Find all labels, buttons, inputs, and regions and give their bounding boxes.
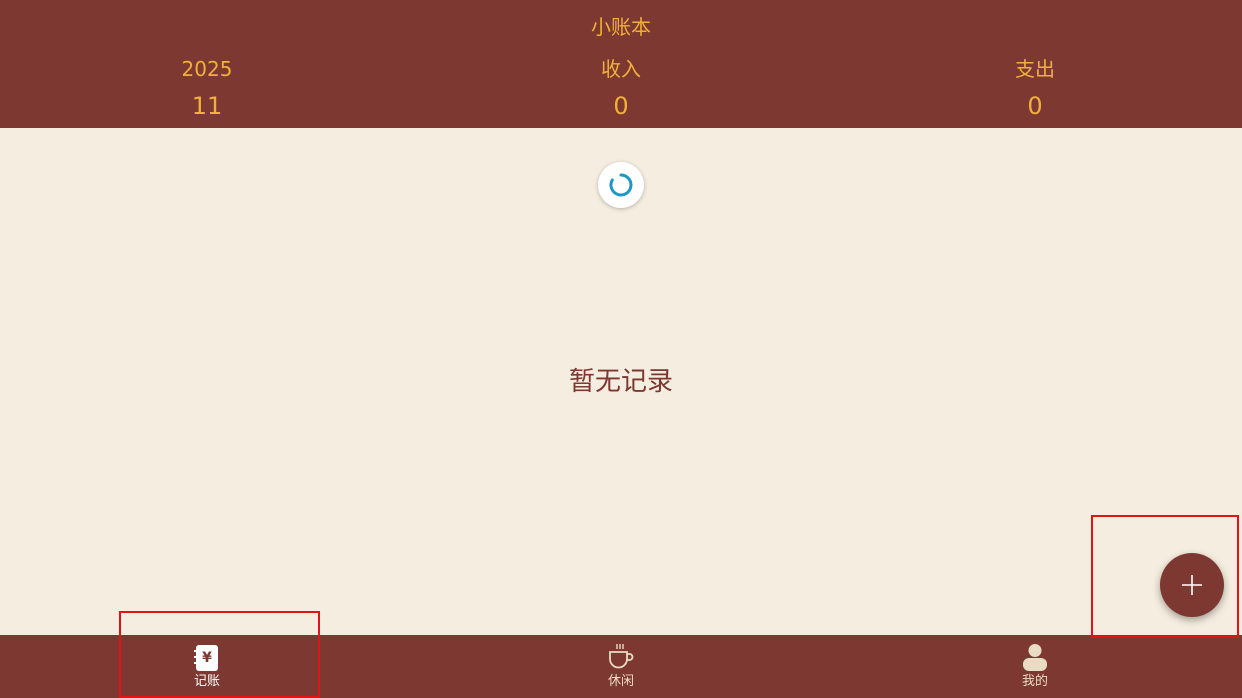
expense-summary: 支出 0 bbox=[935, 55, 1135, 121]
month-value: 11 bbox=[191, 92, 223, 120]
bottom-nav: ¥ 记账 休闲 我的 bbox=[0, 635, 1242, 698]
add-record-button[interactable] bbox=[1160, 553, 1224, 617]
nav-tab-leisure[interactable]: 休闲 bbox=[521, 635, 721, 698]
person-icon bbox=[1023, 644, 1047, 671]
coffee-cup-icon bbox=[609, 644, 634, 669]
nav-label-ledger: 记账 bbox=[193, 674, 220, 689]
expense-value: 0 bbox=[1027, 92, 1043, 120]
plus-icon bbox=[1182, 575, 1202, 595]
app-root: 小账本 2025 11 收入 0 支出 0 暂无记录 ¥ 记账 休闲 我的 bbox=[0, 0, 1242, 698]
ledger-yen-icon: ¥ bbox=[194, 645, 218, 671]
year-label: 2025 bbox=[181, 57, 233, 81]
expense-label: 支出 bbox=[1015, 57, 1055, 81]
loading-spinner bbox=[598, 162, 644, 208]
nav-label-leisure: 休闲 bbox=[607, 674, 634, 689]
nav-tab-mine[interactable]: 我的 bbox=[935, 635, 1135, 698]
income-summary: 收入 0 bbox=[521, 55, 721, 121]
refresh-spinner-icon bbox=[609, 173, 633, 197]
nav-tab-ledger[interactable]: ¥ 记账 bbox=[107, 635, 307, 698]
svg-text:¥: ¥ bbox=[202, 650, 212, 666]
header-bar: 小账本 2025 11 收入 0 支出 0 bbox=[0, 0, 1242, 128]
nav-label-mine: 我的 bbox=[1021, 674, 1048, 689]
income-label: 收入 bbox=[601, 57, 641, 81]
year-month-selector[interactable]: 2025 11 bbox=[107, 55, 307, 121]
income-value: 0 bbox=[613, 92, 629, 120]
empty-state-text: 暂无记录 bbox=[568, 367, 673, 397]
app-title: 小账本 bbox=[591, 15, 651, 39]
